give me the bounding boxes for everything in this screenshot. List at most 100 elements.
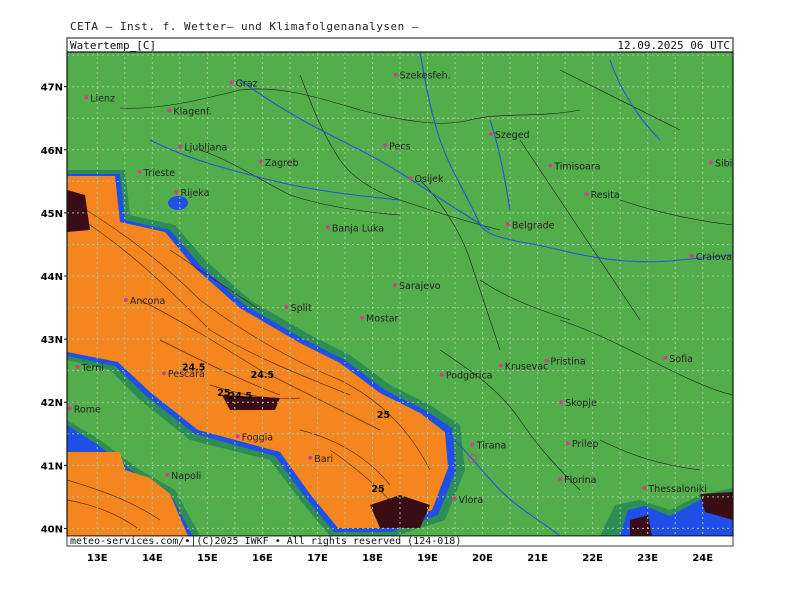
city-dot (325, 225, 330, 230)
city-label: Pristina (550, 357, 585, 368)
city-label: Ljubljana (184, 143, 227, 154)
city-dot (75, 364, 80, 369)
longitude-label: 22E (582, 553, 603, 564)
city-label: Zagreb (265, 158, 299, 169)
city-dot (393, 72, 398, 77)
city-label: Rome (74, 405, 101, 416)
city-label: Foggia (242, 432, 273, 443)
copyright-footer: meteo-services.com/•|(C)2025 IWKF • All … (70, 536, 461, 547)
city-dot (284, 304, 289, 309)
city-label: Trieste (143, 168, 175, 179)
city-dot (439, 372, 444, 377)
longitude-label: 19E (417, 553, 438, 564)
city-dot (470, 442, 475, 447)
water-temperature-map: Watertemp_[C] 12.09.2025 06 UTC LienzGra… (41, 37, 738, 564)
city-label: Timisoara (553, 162, 600, 173)
city-dot (408, 176, 413, 181)
city-dot (708, 160, 713, 165)
city-dot (258, 159, 263, 164)
city-label: Tirana (476, 441, 507, 452)
latitude-label: 41N (41, 461, 63, 472)
city-dot (558, 477, 563, 482)
city-label: Craiova (696, 252, 732, 263)
city-dot (505, 222, 510, 227)
longitude-label: 18E (362, 553, 383, 564)
isotherm-value-label: 25 (377, 410, 390, 421)
city-dot (383, 143, 388, 148)
city-dot (393, 282, 398, 287)
isotherm-value-label: 24.5 (229, 391, 252, 402)
city-label: Belgrade (512, 220, 555, 231)
city-label: Osijek (414, 174, 444, 185)
city-label: Rijeka (181, 188, 210, 199)
city-dot (559, 400, 564, 405)
city-label: Klagenf. (173, 107, 211, 118)
city-dot (663, 356, 668, 361)
city-label: Bari (314, 454, 333, 465)
city-label: Terni (80, 363, 103, 374)
city-label: Sibiu (715, 158, 738, 169)
city-label: Split (291, 303, 312, 314)
city-label: Szeged (495, 130, 530, 141)
city-dot (360, 315, 365, 320)
city-dot (488, 132, 493, 137)
city-dot (165, 472, 170, 477)
city-dot (452, 496, 457, 501)
latitude-label: 44N (41, 272, 63, 283)
city-dot (308, 455, 313, 460)
longitude-labels: 13E 14E 15E 16E 17E 18E 19E 20E 21E 22E 23E 24E (87, 553, 713, 564)
latitude-label: 40N (41, 524, 63, 535)
city-label: Florina (564, 475, 596, 486)
longitude-label: 21E (527, 553, 548, 564)
city-dot (235, 434, 240, 439)
city-dot (565, 441, 570, 446)
city-label: Mostar (366, 314, 399, 325)
city-dot (689, 253, 694, 258)
city-label: Prilep (572, 439, 599, 450)
latitude-labels: 47N 46N 45N 44N 43N 42N 41N 40N (41, 83, 67, 535)
city-dot (584, 191, 589, 196)
latitude-label: 43N (41, 335, 63, 346)
isotherm-value-label: 24.5 (182, 363, 205, 374)
city-dot (229, 80, 234, 85)
longitude-label: 14E (142, 553, 163, 564)
latitude-label: 47N (41, 83, 63, 94)
city-label: Napoli (171, 471, 201, 482)
longitude-label: 24E (692, 553, 713, 564)
latitude-label: 45N (41, 209, 63, 220)
city-label: Sarajevo (399, 281, 441, 292)
city-dot (67, 406, 72, 411)
city-label: Szekesfeh. (400, 71, 451, 82)
city-label: Vlora (458, 495, 483, 506)
city-dot (498, 363, 503, 368)
city-label: Banja Luka (332, 223, 384, 234)
city-dot (137, 169, 142, 174)
isotherm-value-label: 25 (371, 484, 384, 495)
city-label: Skopje (565, 398, 597, 409)
latitude-label: 46N (41, 146, 63, 157)
isotherm-value-label: 24.5 (251, 370, 274, 381)
city-label: Pecs (389, 141, 410, 152)
longitude-label: 20E (472, 553, 493, 564)
valid-time-label: 12.09.2025 06 UTC (617, 39, 730, 52)
parameter-label: Watertemp_[C] (70, 39, 156, 52)
longitude-label: 16E (252, 553, 273, 564)
longitude-label: 13E (87, 553, 108, 564)
city-dot (548, 163, 553, 168)
city-dot (174, 190, 179, 195)
city-label: Ancona (130, 296, 165, 307)
longitude-label: 15E (197, 553, 218, 564)
city-dot (161, 371, 166, 376)
city-dot (84, 95, 89, 100)
map-area: Lienz Graz Szekesfeh. Klagenf. Szeged Ljublja… (67, 52, 738, 536)
city-dot (167, 108, 172, 113)
city-label: Krusevac (505, 362, 549, 373)
city-label: Thessaloniki (647, 484, 707, 495)
city-label: Resita (591, 190, 620, 201)
city-label: Graz (236, 78, 258, 89)
longitude-label: 23E (637, 553, 658, 564)
city-label: Lienz (90, 93, 115, 104)
city-dot (178, 144, 183, 149)
city-dot (642, 486, 647, 491)
city-label: Sofia (669, 354, 693, 365)
